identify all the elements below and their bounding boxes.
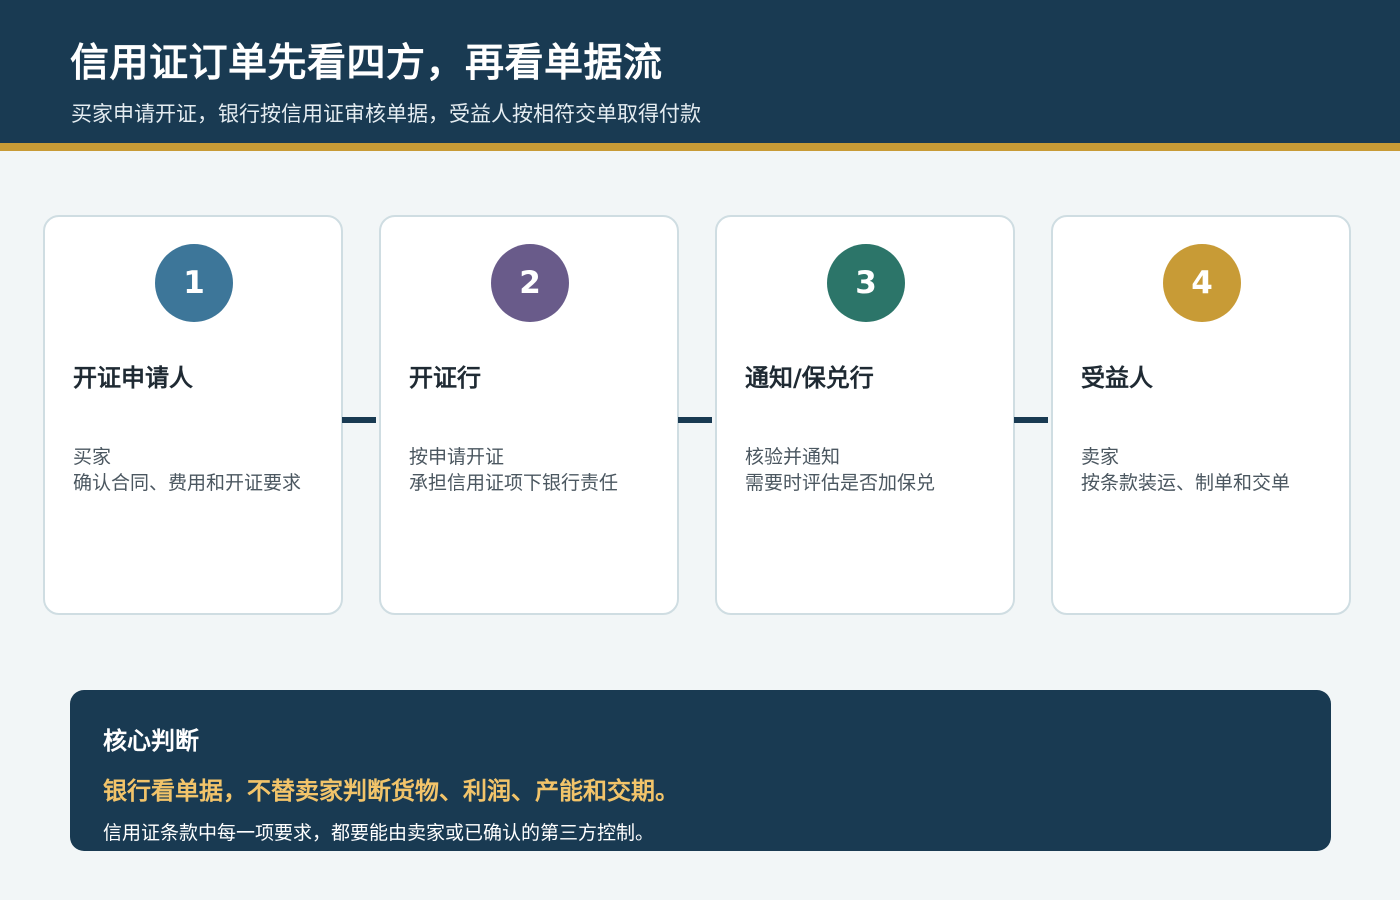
party-title: 开证行 bbox=[409, 364, 481, 392]
party-title: 受益人 bbox=[1081, 364, 1153, 392]
party-card-applicant: 1 开证申请人 买家 确认合同、费用和开证要求 bbox=[43, 215, 343, 615]
party-duty: 需要时评估是否加保兑 bbox=[745, 472, 936, 494]
party-card-issuing-bank: 2 开证行 按申请开证 承担信用证项下银行责任 bbox=[379, 215, 679, 615]
party-role: 核验并通知 bbox=[745, 446, 841, 468]
flow-connector bbox=[342, 417, 376, 423]
key-judgment-panel: 核心判断 银行看单据，不替卖家判断货物、利润、产能和交期。 信用证条款中每一项要… bbox=[70, 690, 1331, 851]
step-badge: 2 bbox=[491, 244, 569, 322]
step-badge: 1 bbox=[155, 244, 233, 322]
step-badge: 4 bbox=[1163, 244, 1241, 322]
party-role: 买家 bbox=[73, 446, 112, 468]
page-subtitle: 买家申请开证，银行按信用证审核单据，受益人按相符交单取得付款 bbox=[71, 102, 701, 126]
party-role: 卖家 bbox=[1081, 446, 1120, 468]
judgment-note: 信用证条款中每一项要求，都要能由卖家或已确认的第三方控制。 bbox=[103, 822, 655, 844]
party-card-advising-bank: 3 通知/保兑行 核验并通知 需要时评估是否加保兑 bbox=[715, 215, 1015, 615]
flow-connector bbox=[1014, 417, 1048, 423]
party-duty: 按条款装运、制单和交单 bbox=[1081, 472, 1291, 494]
party-title: 开证申请人 bbox=[73, 364, 193, 392]
step-badge: 3 bbox=[827, 244, 905, 322]
judgment-label: 核心判断 bbox=[103, 727, 199, 755]
judgment-main: 银行看单据，不替卖家判断货物、利润、产能和交期。 bbox=[103, 777, 679, 805]
page-title: 信用证订单先看四方，再看单据流 bbox=[70, 41, 663, 86]
party-duty: 确认合同、费用和开证要求 bbox=[73, 472, 302, 494]
header-divider bbox=[0, 143, 1400, 151]
party-duty: 承担信用证项下银行责任 bbox=[409, 472, 619, 494]
header-banner: 信用证订单先看四方，再看单据流 买家申请开证，银行按信用证审核单据，受益人按相符… bbox=[0, 0, 1400, 143]
party-title: 通知/保兑行 bbox=[745, 364, 874, 392]
flow-connector bbox=[678, 417, 712, 423]
party-card-beneficiary: 4 受益人 卖家 按条款装运、制单和交单 bbox=[1051, 215, 1351, 615]
party-role: 按申请开证 bbox=[409, 446, 505, 468]
